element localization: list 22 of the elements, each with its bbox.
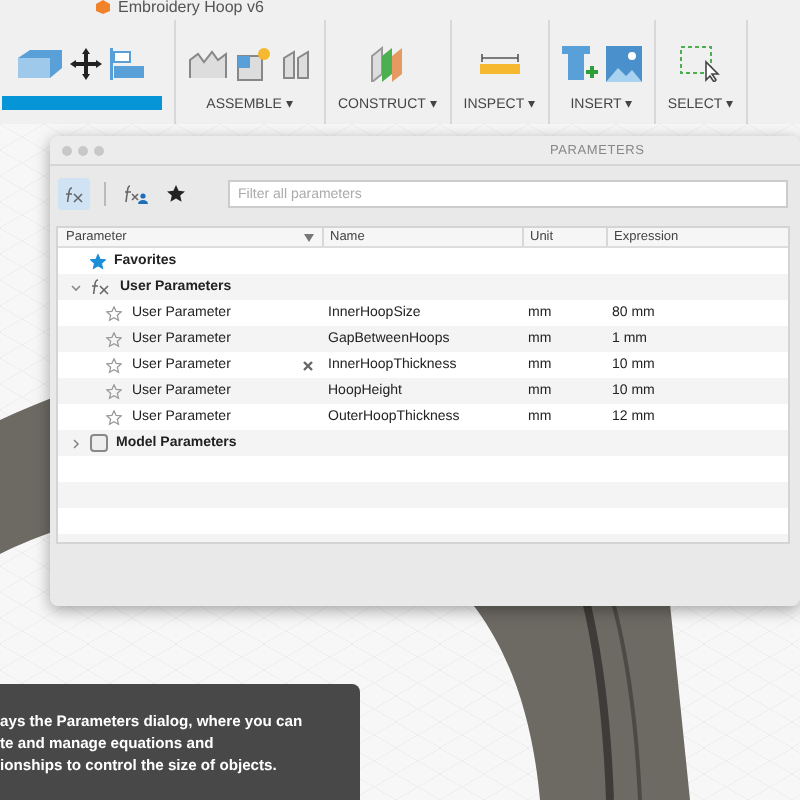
selection-icon[interactable] bbox=[680, 46, 721, 82]
plane-icon[interactable] bbox=[367, 46, 408, 82]
star-icon bbox=[166, 184, 186, 204]
move-icon[interactable] bbox=[70, 48, 102, 80]
image-icon[interactable] bbox=[605, 46, 642, 82]
ruler-icon[interactable] bbox=[479, 52, 520, 76]
star-icon[interactable] bbox=[106, 357, 122, 373]
fx-icon bbox=[63, 185, 85, 203]
document-title: Embroidery Hoop v6 bbox=[118, 0, 264, 16]
star-icon[interactable] bbox=[90, 253, 106, 269]
caret-icon[interactable] bbox=[304, 233, 314, 241]
caret-icon[interactable] bbox=[70, 437, 82, 449]
user-fx-icon bbox=[124, 184, 148, 204]
document-icon bbox=[96, 0, 110, 14]
star-icon[interactable] bbox=[106, 383, 122, 399]
star-icon[interactable] bbox=[106, 409, 122, 425]
fx-icon bbox=[90, 278, 112, 296]
caret-icon[interactable] bbox=[70, 281, 82, 293]
star-icon[interactable] bbox=[106, 331, 122, 347]
filter-toggle[interactable] bbox=[58, 178, 90, 210]
component-icon[interactable] bbox=[236, 46, 272, 82]
star-icon[interactable] bbox=[106, 305, 122, 321]
